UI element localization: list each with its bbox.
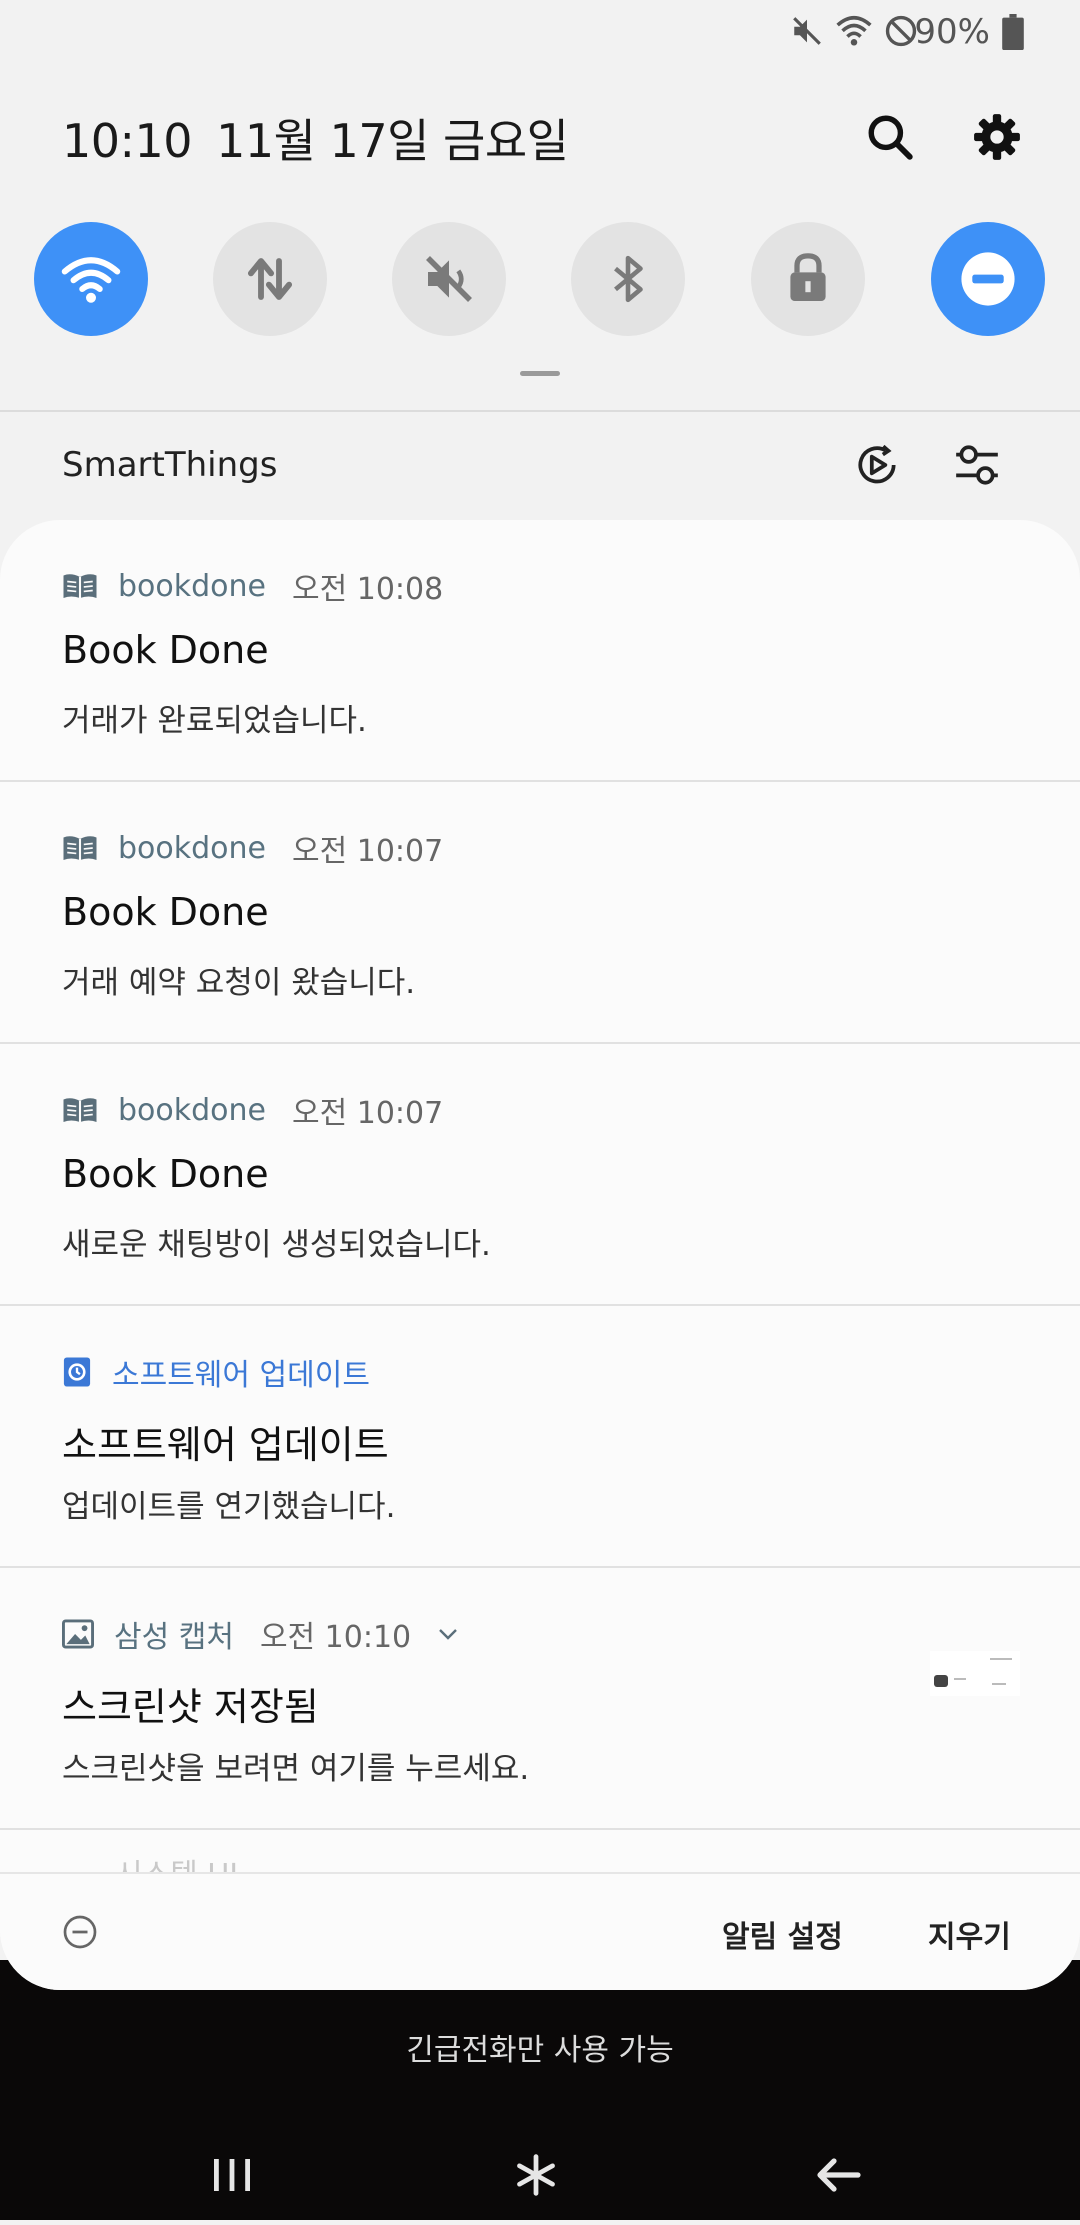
mute-icon bbox=[793, 17, 821, 45]
notification-app-name: bookdone bbox=[118, 830, 266, 866]
notification-app-name: bookdone bbox=[118, 1092, 266, 1128]
back-arrow-icon bbox=[817, 2158, 861, 2192]
notification-title: Book Done bbox=[62, 1152, 269, 1196]
image-icon bbox=[62, 1619, 94, 1649]
notification-snooze-button[interactable] bbox=[62, 1914, 98, 1950]
search-icon bbox=[868, 115, 913, 160]
qs-do-not-disturb-toggle[interactable] bbox=[931, 222, 1045, 336]
notification-header: bookdone 오전 10:07 bbox=[62, 1092, 443, 1131]
notification-text: 거래가 완료되었습니다. bbox=[62, 703, 367, 739]
header-datetime: 10:10 11월 17일 금요일 bbox=[62, 105, 569, 171]
media-output-button[interactable] bbox=[852, 440, 902, 490]
data-arrows-icon bbox=[247, 258, 293, 300]
notification-time: 오전 10:07 bbox=[292, 1096, 444, 1131]
screenshot-thumbnail bbox=[930, 1651, 1020, 1696]
notification-time: 오전 10:07 bbox=[292, 834, 444, 869]
book-icon bbox=[63, 1098, 97, 1122]
emergency-calls-only: 긴급전화만 사용 가능 bbox=[406, 2033, 674, 2068]
device-settings-button[interactable] bbox=[952, 440, 1002, 490]
nav-recents-button[interactable] bbox=[172, 2125, 292, 2225]
bluetooth-icon bbox=[614, 255, 643, 303]
qs-bluetooth-toggle[interactable] bbox=[571, 222, 685, 336]
notification-header: 소프트웨어 업데이트 bbox=[62, 1354, 370, 1393]
battery-percent: 90% bbox=[914, 12, 990, 52]
notification-header: 삼성 캡처 오전 10:10 bbox=[62, 1616, 459, 1655]
book-icon bbox=[63, 574, 97, 598]
lock-icon bbox=[790, 253, 826, 301]
notification-settings-button[interactable]: 알림 설정 bbox=[722, 1912, 843, 1956]
notification-app-name: bookdone bbox=[118, 568, 266, 604]
qs-sound-toggle[interactable] bbox=[392, 222, 506, 336]
notification-panel: bookdone 오전 10:08 Book Done 거래가 완료되었습니다.… bbox=[0, 520, 1080, 1990]
divider bbox=[0, 410, 1080, 412]
recents-icon bbox=[214, 2159, 250, 2191]
qs-rotation-lock-toggle[interactable] bbox=[751, 222, 865, 336]
panel-drag-handle[interactable] bbox=[520, 371, 560, 376]
notification-card[interactable]: bookdone 오전 10:07 Book Done 새로운 채팅방이 생성되… bbox=[0, 1044, 1080, 1306]
search-button[interactable] bbox=[865, 112, 915, 162]
notification-text: 거래 예약 요청이 왔습니다. bbox=[62, 965, 416, 1001]
nav-back-button[interactable] bbox=[778, 2125, 898, 2225]
notification-app-name: 삼성 캡처 bbox=[114, 1620, 234, 1655]
notification-title: 소프트웨어 업데이트 bbox=[62, 1423, 389, 1467]
status-bar: 90% bbox=[0, 0, 1080, 64]
notification-time: 오전 10:10 bbox=[259, 1620, 412, 1655]
device-settings-icon bbox=[956, 445, 998, 485]
book-icon bbox=[63, 836, 97, 860]
notification-title: Book Done bbox=[62, 628, 269, 672]
notification-header: bookdone 오전 10:07 bbox=[62, 830, 443, 869]
minus-circle-icon bbox=[63, 1915, 97, 1949]
notification-time: 오전 10:08 bbox=[292, 572, 444, 607]
wifi-icon bbox=[61, 257, 121, 303]
panel-footer: 알림 설정 지우기 bbox=[0, 1872, 1080, 1990]
qs-wifi-toggle[interactable] bbox=[34, 222, 148, 336]
home-icon bbox=[517, 2154, 555, 2196]
mute-icon bbox=[426, 256, 472, 302]
smartthings-label[interactable]: SmartThings bbox=[62, 445, 277, 485]
notification-card[interactable]: bookdone 오전 10:08 Book Done 거래가 완료되었습니다. bbox=[0, 520, 1080, 782]
nav-home-button[interactable] bbox=[476, 2125, 596, 2225]
clear-button[interactable]: 지우기 bbox=[928, 1912, 1011, 1956]
chevron-down-icon[interactable] bbox=[437, 1627, 459, 1641]
settings-button[interactable] bbox=[972, 112, 1022, 162]
battery-icon bbox=[1002, 14, 1024, 50]
do-not-disturb-icon bbox=[885, 15, 917, 47]
notification-title: Book Done bbox=[62, 890, 269, 934]
notification-card[interactable]: 소프트웨어 업데이트 소프트웨어 업데이트 업데이트를 연기했습니다. bbox=[0, 1306, 1080, 1568]
notification-app-name: 소프트웨어 업데이트 bbox=[112, 1358, 370, 1393]
header-time: 10:10 bbox=[62, 114, 193, 168]
notification-text: 스크린샷을 보려면 여기를 누르세요. bbox=[62, 1751, 530, 1787]
notification-card[interactable]: bookdone 오전 10:07 Book Done 거래 예약 요청이 왔습… bbox=[0, 782, 1080, 1044]
notification-header: bookdone 오전 10:08 bbox=[62, 568, 443, 607]
software-update-icon bbox=[63, 1357, 91, 1387]
notification-text: 새로운 채팅방이 생성되었습니다. bbox=[62, 1227, 491, 1263]
notification-card[interactable]: 삼성 캡처 오전 10:10 스크린샷 저장됨 스크린샷을 보려면 여기를 누르… bbox=[0, 1568, 1080, 1830]
notification-title: 스크린샷 저장됨 bbox=[62, 1685, 319, 1729]
media-output-icon bbox=[858, 444, 896, 484]
gear-icon bbox=[974, 114, 1020, 160]
qs-mobile-data-toggle[interactable] bbox=[213, 222, 327, 336]
wifi-icon bbox=[836, 15, 872, 46]
header-date: 11월 17일 금요일 bbox=[216, 114, 569, 168]
minus-circle-icon bbox=[961, 252, 1015, 306]
notification-text: 업데이트를 연기했습니다. bbox=[62, 1489, 396, 1525]
